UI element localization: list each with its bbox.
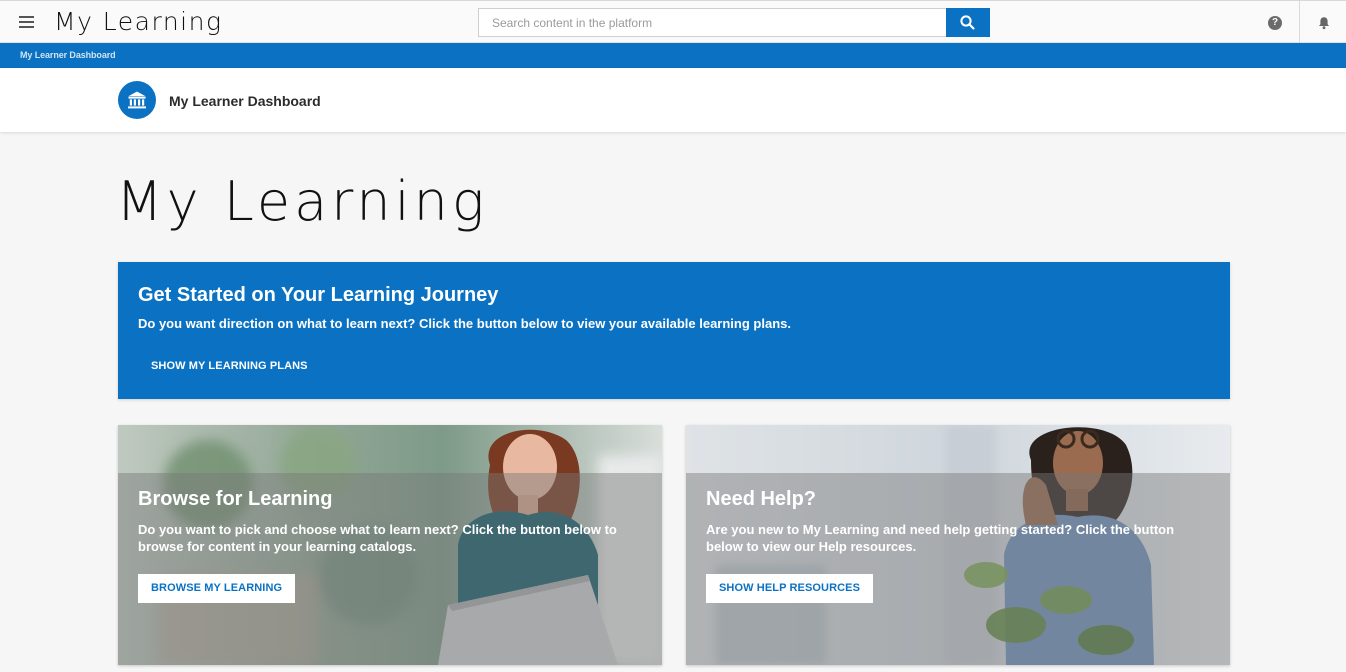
search-button[interactable] [946,8,990,37]
learning-journey-banner: Get Started on Your Learning Journey Do … [118,262,1230,399]
page-header-title: My Learner Dashboard [169,93,321,109]
page-title: My Learning [116,170,489,233]
institution-building-icon [118,81,156,119]
browse-learning-card: Browse for Learning Do you want to pick … [118,425,662,665]
header-divider [1299,1,1300,43]
show-learning-plans-button[interactable]: SHOW MY LEARNING PLANS [138,353,321,379]
breadcrumb: My Learner Dashboard [0,43,1346,68]
search-bar [478,8,990,37]
card-title: Browse for Learning [138,488,333,510]
banner-title: Get Started on Your Learning Journey [138,284,499,306]
breadcrumb-item-dashboard[interactable]: My Learner Dashboard [20,50,116,60]
need-help-card: Need Help? Are you new to My Learning an… [686,425,1230,665]
help-icon[interactable]: ? [1268,16,1282,30]
show-help-resources-button[interactable]: SHOW HELP RESOURCES [706,574,874,603]
browse-my-learning-button[interactable]: BROWSE MY LEARNING [138,574,296,603]
search-input[interactable] [478,8,947,37]
app-title: My Learning [54,7,223,36]
banner-description: Do you want direction on what to learn n… [138,316,791,331]
card-title: Need Help? [706,488,817,510]
hamburger-menu-icon[interactable] [19,16,34,28]
search-icon [960,15,975,30]
top-navigation-bar: My Learning ? [0,0,1346,43]
notifications-bell-icon[interactable] [1316,15,1332,31]
card-description: Do you want to pick and choose what to l… [138,522,617,554]
card-description: Are you new to My Learning and need help… [706,522,1175,554]
page-header: My Learner Dashboard [0,68,1346,132]
